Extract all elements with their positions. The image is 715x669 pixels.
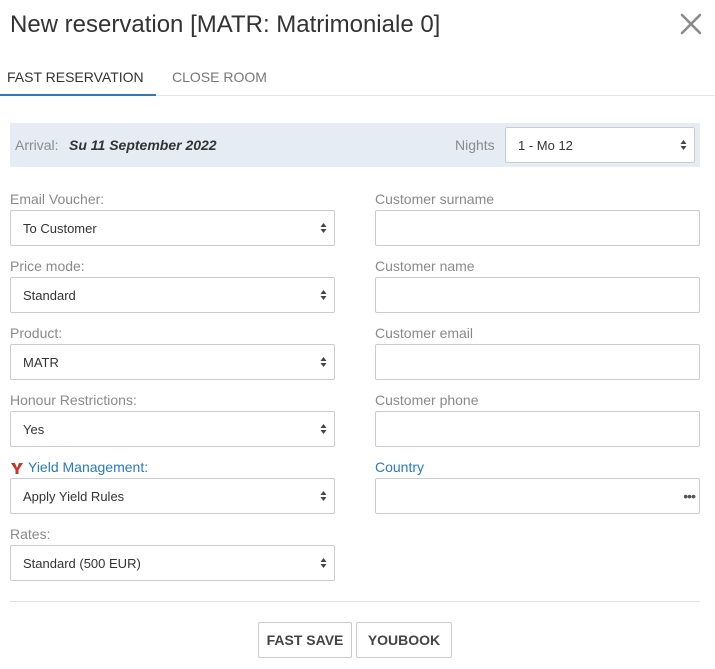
customer-name-label: Customer name <box>375 258 475 274</box>
nights-value: 1 - Mo 12 <box>518 138 573 153</box>
honour-restrictions-value: Yes <box>23 422 45 437</box>
select-arrows-icon <box>320 223 327 233</box>
customer-phone-label: Customer phone <box>375 392 479 408</box>
tab-bar: FAST RESERVATION CLOSE ROOM <box>0 58 715 96</box>
yield-management-select[interactable]: Apply Yield Rules <box>10 478 335 514</box>
select-arrows-icon <box>680 140 687 150</box>
customer-email-label: Customer email <box>375 325 474 341</box>
customer-name-input[interactable] <box>375 277 700 313</box>
product-label: Product: <box>10 325 63 341</box>
yield-management-value: Apply Yield Rules <box>23 489 125 504</box>
rates-label: Rates: <box>10 526 51 542</box>
price-mode-value: Standard <box>23 288 76 303</box>
honour-restrictions-label: Honour Restrictions: <box>10 392 137 408</box>
email-voucher-value: To Customer <box>23 221 97 236</box>
country-label[interactable]: Country <box>375 459 424 475</box>
reservation-modal: New reservation [MATR: Matrimoniale 0] F… <box>0 0 715 669</box>
modal-title: New reservation [MATR: Matrimoniale 0] <box>10 11 441 38</box>
close-icon[interactable] <box>679 12 703 36</box>
customer-email-input[interactable] <box>375 344 700 380</box>
fast-save-button[interactable]: FAST SAVE <box>258 622 352 658</box>
yield-management-label[interactable]: Yield Management: <box>28 459 148 475</box>
select-arrows-icon <box>320 290 327 300</box>
select-arrows-icon <box>320 424 327 434</box>
customer-surname-input[interactable] <box>375 210 700 246</box>
arrival-bar: Arrival: Su 11 September 2022 Nights 1 -… <box>10 123 700 167</box>
tab-fast-reservation[interactable]: FAST RESERVATION <box>7 58 144 96</box>
footer-divider <box>10 601 700 602</box>
select-arrows-icon <box>320 357 327 367</box>
active-tab-indicator <box>0 94 156 96</box>
product-value: MATR <box>23 355 59 370</box>
email-voucher-select[interactable]: To Customer <box>10 210 335 246</box>
arrival-date: Su 11 September 2022 <box>69 137 217 153</box>
nights-select[interactable]: 1 - Mo 12 <box>505 127 695 163</box>
customer-phone-input[interactable] <box>375 411 700 447</box>
honour-restrictions-select[interactable]: Yes <box>10 411 335 447</box>
select-arrows-icon <box>320 558 327 568</box>
country-input[interactable]: ••• <box>375 478 700 514</box>
youbook-button[interactable]: YOUBOOK <box>356 622 452 658</box>
tab-close-room[interactable]: CLOSE ROOM <box>172 58 267 96</box>
email-voucher-label: Email Voucher: <box>10 191 105 207</box>
product-select[interactable]: MATR <box>10 344 335 380</box>
select-arrows-icon <box>320 491 327 501</box>
yield-management-icon <box>11 463 23 474</box>
price-mode-select[interactable]: Standard <box>10 277 335 313</box>
more-options-icon[interactable]: ••• <box>683 488 696 504</box>
customer-surname-label: Customer surname <box>375 191 495 207</box>
nights-label: Nights <box>455 137 495 153</box>
rates-select[interactable]: Standard (500 EUR) <box>10 545 335 581</box>
rates-value: Standard (500 EUR) <box>23 556 141 571</box>
arrival-label: Arrival: <box>15 137 59 153</box>
price-mode-label: Price mode: <box>10 258 85 274</box>
